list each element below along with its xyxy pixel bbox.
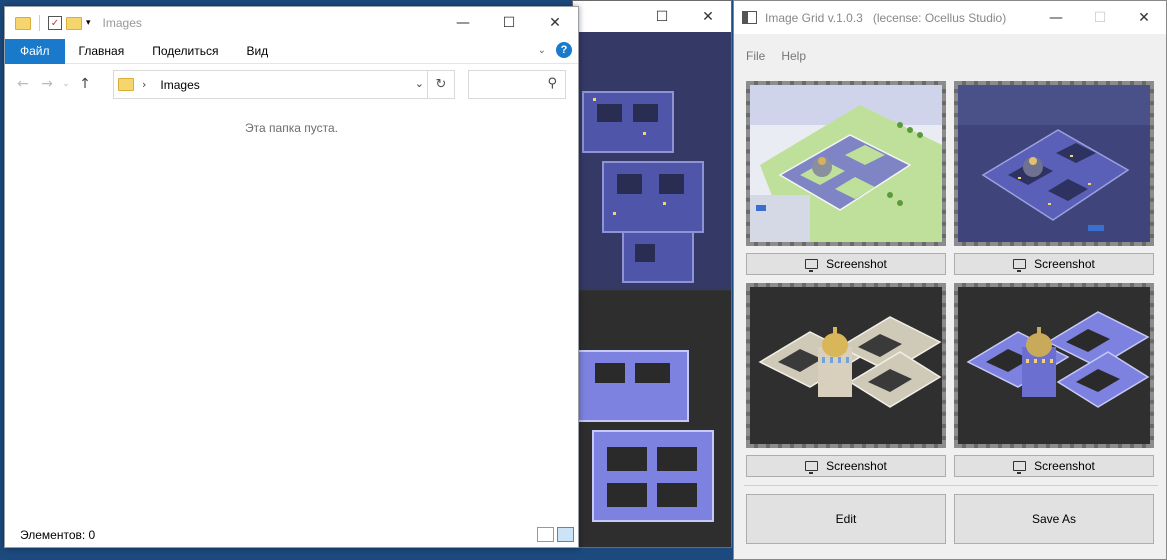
new-folder-icon[interactable] — [66, 16, 82, 30]
toolbar-divider — [39, 15, 40, 31]
item-count: Элементов: 0 — [20, 528, 96, 542]
recent-locations-icon[interactable]: ⌄ — [59, 79, 73, 89]
folder-icon — [15, 16, 31, 30]
app-icon — [742, 11, 757, 24]
navigation-bar: ← → ⌄ ↑ › Images ⌄ ↻ ⚲ — [5, 64, 578, 104]
image-slot-1[interactable] — [746, 81, 946, 246]
screenshot-button-2[interactable]: Screenshot — [954, 253, 1154, 275]
ribbon-tabs: Файл Главная Поделиться Вид ⌄ ? — [5, 38, 578, 64]
help-icon[interactable]: ? — [556, 42, 572, 58]
screenshot-button-4[interactable]: Screenshot — [954, 455, 1154, 477]
minimize-button[interactable]: — — [1034, 1, 1078, 34]
image-slot-4[interactable] — [954, 283, 1154, 448]
maximize-button: ☐ — [1093, 9, 1107, 26]
complex-blue-image — [958, 287, 1150, 444]
arrow-right-icon[interactable]: → — [35, 76, 59, 92]
save-as-button[interactable]: Save As — [954, 494, 1154, 544]
background-night-city-render — [573, 32, 731, 290]
search-input[interactable]: ⚲ — [468, 70, 566, 99]
monitor-icon — [805, 461, 819, 474]
arrow-up-icon[interactable]: ↑ — [73, 76, 97, 92]
monitor-icon — [1013, 461, 1027, 474]
screenshot-label: Screenshot — [826, 257, 887, 271]
large-icons-view-button[interactable] — [557, 527, 574, 542]
bg-titlebar: ☐ ✕ — [573, 1, 731, 32]
image-grid-window: Image Grid v.1.0.3 (lecense: Ocellus Stu… — [733, 0, 1167, 560]
tab-file[interactable]: Файл — [5, 38, 65, 64]
status-bar: Элементов: 0 — [5, 523, 578, 547]
monitor-icon — [805, 259, 819, 272]
image-slot-3[interactable] — [746, 283, 946, 448]
image-grid-titlebar: Image Grid v.1.0.3 (lecense: Ocellus Stu… — [734, 1, 1166, 34]
screenshot-button-3[interactable]: Screenshot — [746, 455, 946, 477]
chevron-down-icon[interactable]: ▾ — [86, 18, 91, 28]
city-daylight-top-image — [750, 85, 942, 242]
image-slot-2[interactable] — [954, 81, 1154, 246]
menu-bar: File Help — [734, 34, 1166, 77]
checkbox-icon[interactable]: ✓ — [48, 16, 62, 30]
tab-share[interactable]: Поделиться — [138, 39, 232, 64]
close-button[interactable]: ✕ — [1122, 1, 1166, 34]
search-icon[interactable]: ⚲ — [547, 76, 557, 91]
bg-close-button[interactable]: ✕ — [685, 1, 731, 32]
menu-help[interactable]: Help — [781, 49, 806, 63]
city-night-top-image — [958, 85, 1150, 242]
screenshot-label: Screenshot — [1034, 257, 1095, 271]
breadcrumb-separator-icon[interactable]: › — [142, 78, 146, 91]
image-grid-window-title: Image Grid v.1.0.3 (lecense: Ocellus Stu… — [765, 10, 1007, 25]
menu-file[interactable]: File — [746, 49, 765, 63]
ribbon-expand-icon[interactable]: ⌄ — [538, 45, 546, 56]
close-button[interactable]: ✕ — [532, 7, 578, 39]
tab-view[interactable]: Вид — [232, 39, 282, 64]
complex-beige-image — [750, 287, 942, 444]
refresh-icon[interactable]: ↻ — [427, 71, 454, 98]
screenshot-label: Screenshot — [1034, 459, 1095, 473]
explorer-titlebar: ✓ ▾ Images — ☐ ✕ — [5, 7, 578, 39]
file-explorer-window: ✓ ▾ Images — ☐ ✕ Файл Главная Поделиться… — [4, 6, 579, 548]
details-view-button[interactable] — [537, 527, 554, 542]
tab-home[interactable]: Главная — [65, 39, 139, 64]
minimize-button[interactable]: — — [440, 7, 486, 39]
bg-maximize-button[interactable]: ☐ — [639, 1, 685, 32]
breadcrumb-images[interactable]: Images — [160, 78, 199, 92]
screenshot-button-1[interactable]: Screenshot — [746, 253, 946, 275]
screenshot-label: Screenshot — [826, 459, 887, 473]
monitor-icon — [1013, 259, 1027, 272]
edit-button[interactable]: Edit — [746, 494, 946, 544]
arrow-left-icon[interactable]: ← — [11, 76, 35, 92]
address-dropdown-icon[interactable]: ⌄ — [415, 77, 424, 90]
address-bar[interactable]: › Images ⌄ ↻ — [113, 70, 455, 99]
background-daylight-render — [573, 291, 731, 547]
background-render-window: ☐ ✕ — [572, 0, 732, 548]
quick-access-toolbar: ✓ ▾ — [5, 15, 91, 31]
address-folder-icon — [118, 78, 134, 91]
divider — [744, 485, 1158, 486]
explorer-window-title: Images — [102, 16, 142, 30]
maximize-button[interactable]: ☐ — [486, 7, 532, 39]
empty-folder-message: Эта папка пуста. — [245, 121, 338, 135]
